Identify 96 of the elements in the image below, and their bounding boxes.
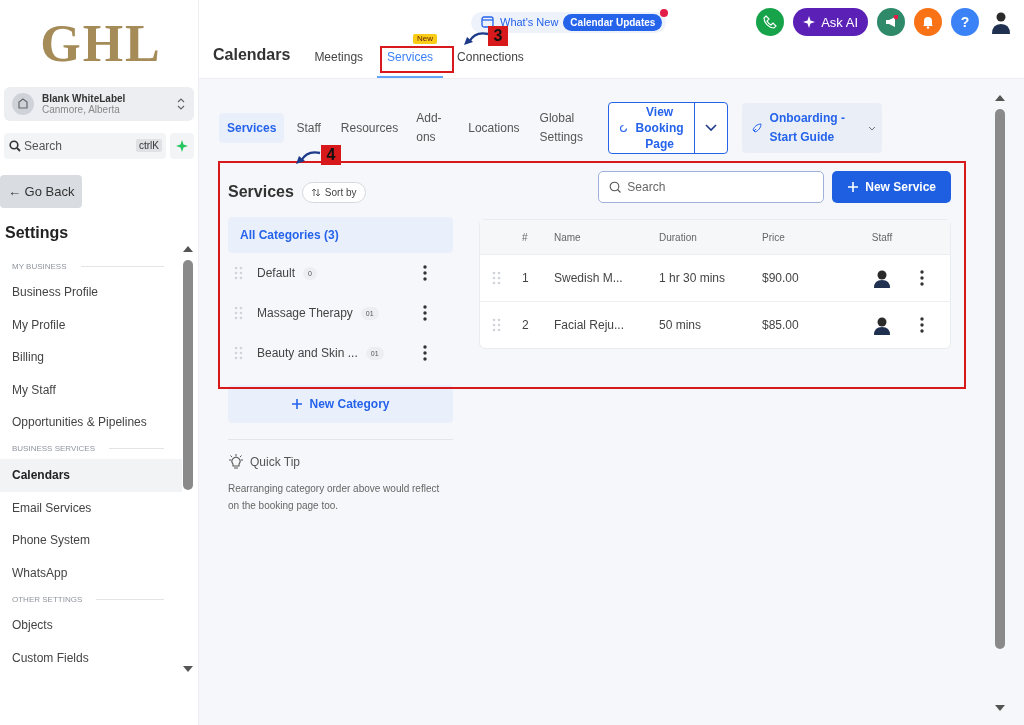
- new-service-button[interactable]: New Service: [832, 171, 951, 203]
- plus-icon: [847, 181, 860, 193]
- sidebar-item[interactable]: Objects: [0, 609, 182, 642]
- chevron-down-icon: [704, 124, 717, 132]
- sort-button[interactable]: Sort by: [301, 181, 366, 203]
- more-icon: [920, 317, 924, 333]
- account-switcher[interactable]: Blank WhiteLabel Canmore, Alberta: [4, 87, 194, 121]
- column-header: Name: [554, 231, 582, 243]
- sidebar-item[interactable]: Custom Fields: [0, 641, 182, 675]
- account-name: Blank WhiteLabel: [42, 93, 127, 104]
- curved-arrow-icon: [295, 150, 321, 166]
- section-heading: MY BUSINESS: [12, 261, 67, 271]
- column-header: Price: [762, 231, 786, 243]
- column-header: Duration: [659, 231, 698, 243]
- notification-dot-icon: [660, 8, 669, 17]
- shortcut-badge: ctrlK: [136, 139, 162, 152]
- drag-handle-icon: [492, 318, 501, 332]
- tip-title: Quick Tip: [250, 455, 300, 469]
- calendar-icon: [481, 15, 495, 29]
- table-cell-text: 2: [521, 318, 530, 332]
- page-title: Calendars: [213, 46, 291, 65]
- column-header: Staff: [870, 231, 894, 243]
- category-name: Default: [257, 266, 296, 280]
- sidebar-item[interactable]: Calendars: [0, 458, 182, 492]
- search-field[interactable]: Search: [598, 171, 825, 203]
- refresh-icon: [618, 123, 628, 133]
- sidebar-title: Settings: [5, 224, 70, 242]
- tab[interactable]: Meetings: [304, 50, 374, 78]
- back-button[interactable]: ← Go Back: [0, 175, 83, 208]
- ask-ai-button[interactable]: Ask AI: [793, 8, 868, 36]
- logo: GHL: [40, 14, 162, 73]
- table-cell-text: $90.00: [762, 271, 800, 285]
- category-item[interactable]: All Categories (3): [228, 217, 453, 253]
- plus-icon: [291, 398, 304, 410]
- drag-handle-icon: [234, 346, 243, 360]
- lightbulb-icon: [228, 454, 244, 470]
- sidebar-item[interactable]: Billing: [0, 341, 182, 374]
- section-title: Services: [228, 183, 294, 201]
- whats-new-label: What's New: [500, 16, 559, 28]
- updates-badge: Calendar Updates: [563, 13, 663, 31]
- sidebar-item[interactable]: Business Profile: [0, 276, 182, 309]
- sidebar-item[interactable]: Email Services: [0, 491, 182, 525]
- new-category-button[interactable]: New Category: [228, 385, 453, 423]
- drag-handle-icon: [234, 306, 243, 320]
- step-number: 3: [488, 26, 508, 46]
- sidebar-item[interactable]: My Staff: [0, 373, 182, 407]
- subtab[interactable]: Staff: [288, 113, 329, 143]
- onboarding-guide-button[interactable]: Onboarding - Start Guide: [741, 103, 882, 153]
- account-location: Canmore, Alberta: [42, 104, 121, 115]
- section-heading: OTHER SETTINGS: [12, 594, 83, 604]
- drag-handle-icon: [234, 266, 243, 280]
- table-cell-text: $85.00: [762, 318, 800, 332]
- section-heading: BUSINESS SERVICES: [12, 444, 95, 454]
- megaphone-icon: [884, 15, 898, 29]
- more-icon: [920, 270, 924, 286]
- more-icon: [423, 345, 427, 361]
- subtab[interactable]: Add-ons: [410, 101, 457, 155]
- sidebar-item[interactable]: WhatsApp: [0, 556, 182, 590]
- table-cell-text: 1: [521, 271, 530, 285]
- sidebar-item[interactable]: Phone System: [0, 524, 182, 557]
- staff-avatar-icon: [872, 268, 892, 288]
- category-name: Massage Therapy: [257, 306, 353, 320]
- drag-handle-icon: [492, 271, 501, 285]
- search-icon: [609, 181, 622, 193]
- more-icon: [423, 305, 427, 321]
- subtab[interactable]: Global Settings: [531, 101, 600, 155]
- curved-arrow-icon: [463, 31, 489, 47]
- sort-icon: [310, 187, 321, 197]
- table-cell-text: Facial Reju...: [554, 318, 626, 332]
- staff-avatar-icon: [872, 315, 892, 335]
- help-button[interactable]: ?: [951, 8, 979, 36]
- step-number: 4: [321, 145, 341, 165]
- phone-button[interactable]: [756, 8, 785, 36]
- notifications-button[interactable]: [914, 8, 942, 36]
- subtab[interactable]: Services: [219, 113, 285, 143]
- search-icon: [9, 140, 21, 152]
- phone-icon: [763, 15, 778, 29]
- megaphone-button[interactable]: [877, 8, 905, 36]
- user-avatar-icon: [990, 10, 1012, 34]
- chevron-down-icon: [867, 125, 876, 131]
- category-name: Beauty and Skin ...: [257, 346, 358, 360]
- subtab[interactable]: Resources: [332, 113, 407, 143]
- sparkle-icon: [176, 140, 188, 152]
- bell-icon: [921, 15, 935, 29]
- table-cell-text: 1 hr 30 mins: [659, 271, 727, 285]
- tip-text: Rearranging category order above would reflect on the booking page too.: [228, 482, 441, 513]
- sidebar-item[interactable]: My Profile: [0, 308, 182, 342]
- tab[interactable]: Connections: [447, 50, 534, 78]
- more-icon: [423, 265, 427, 281]
- table-cell-text: 50 mins: [659, 318, 703, 332]
- subtab[interactable]: Locations: [460, 113, 528, 143]
- sidebar-item[interactable]: Opportunities & Pipelines: [0, 406, 182, 439]
- chevron-updown-icon: [176, 97, 186, 111]
- table-cell-text: Swedish M...: [554, 271, 624, 285]
- new-badge: New: [413, 34, 438, 44]
- column-header: #: [521, 231, 529, 243]
